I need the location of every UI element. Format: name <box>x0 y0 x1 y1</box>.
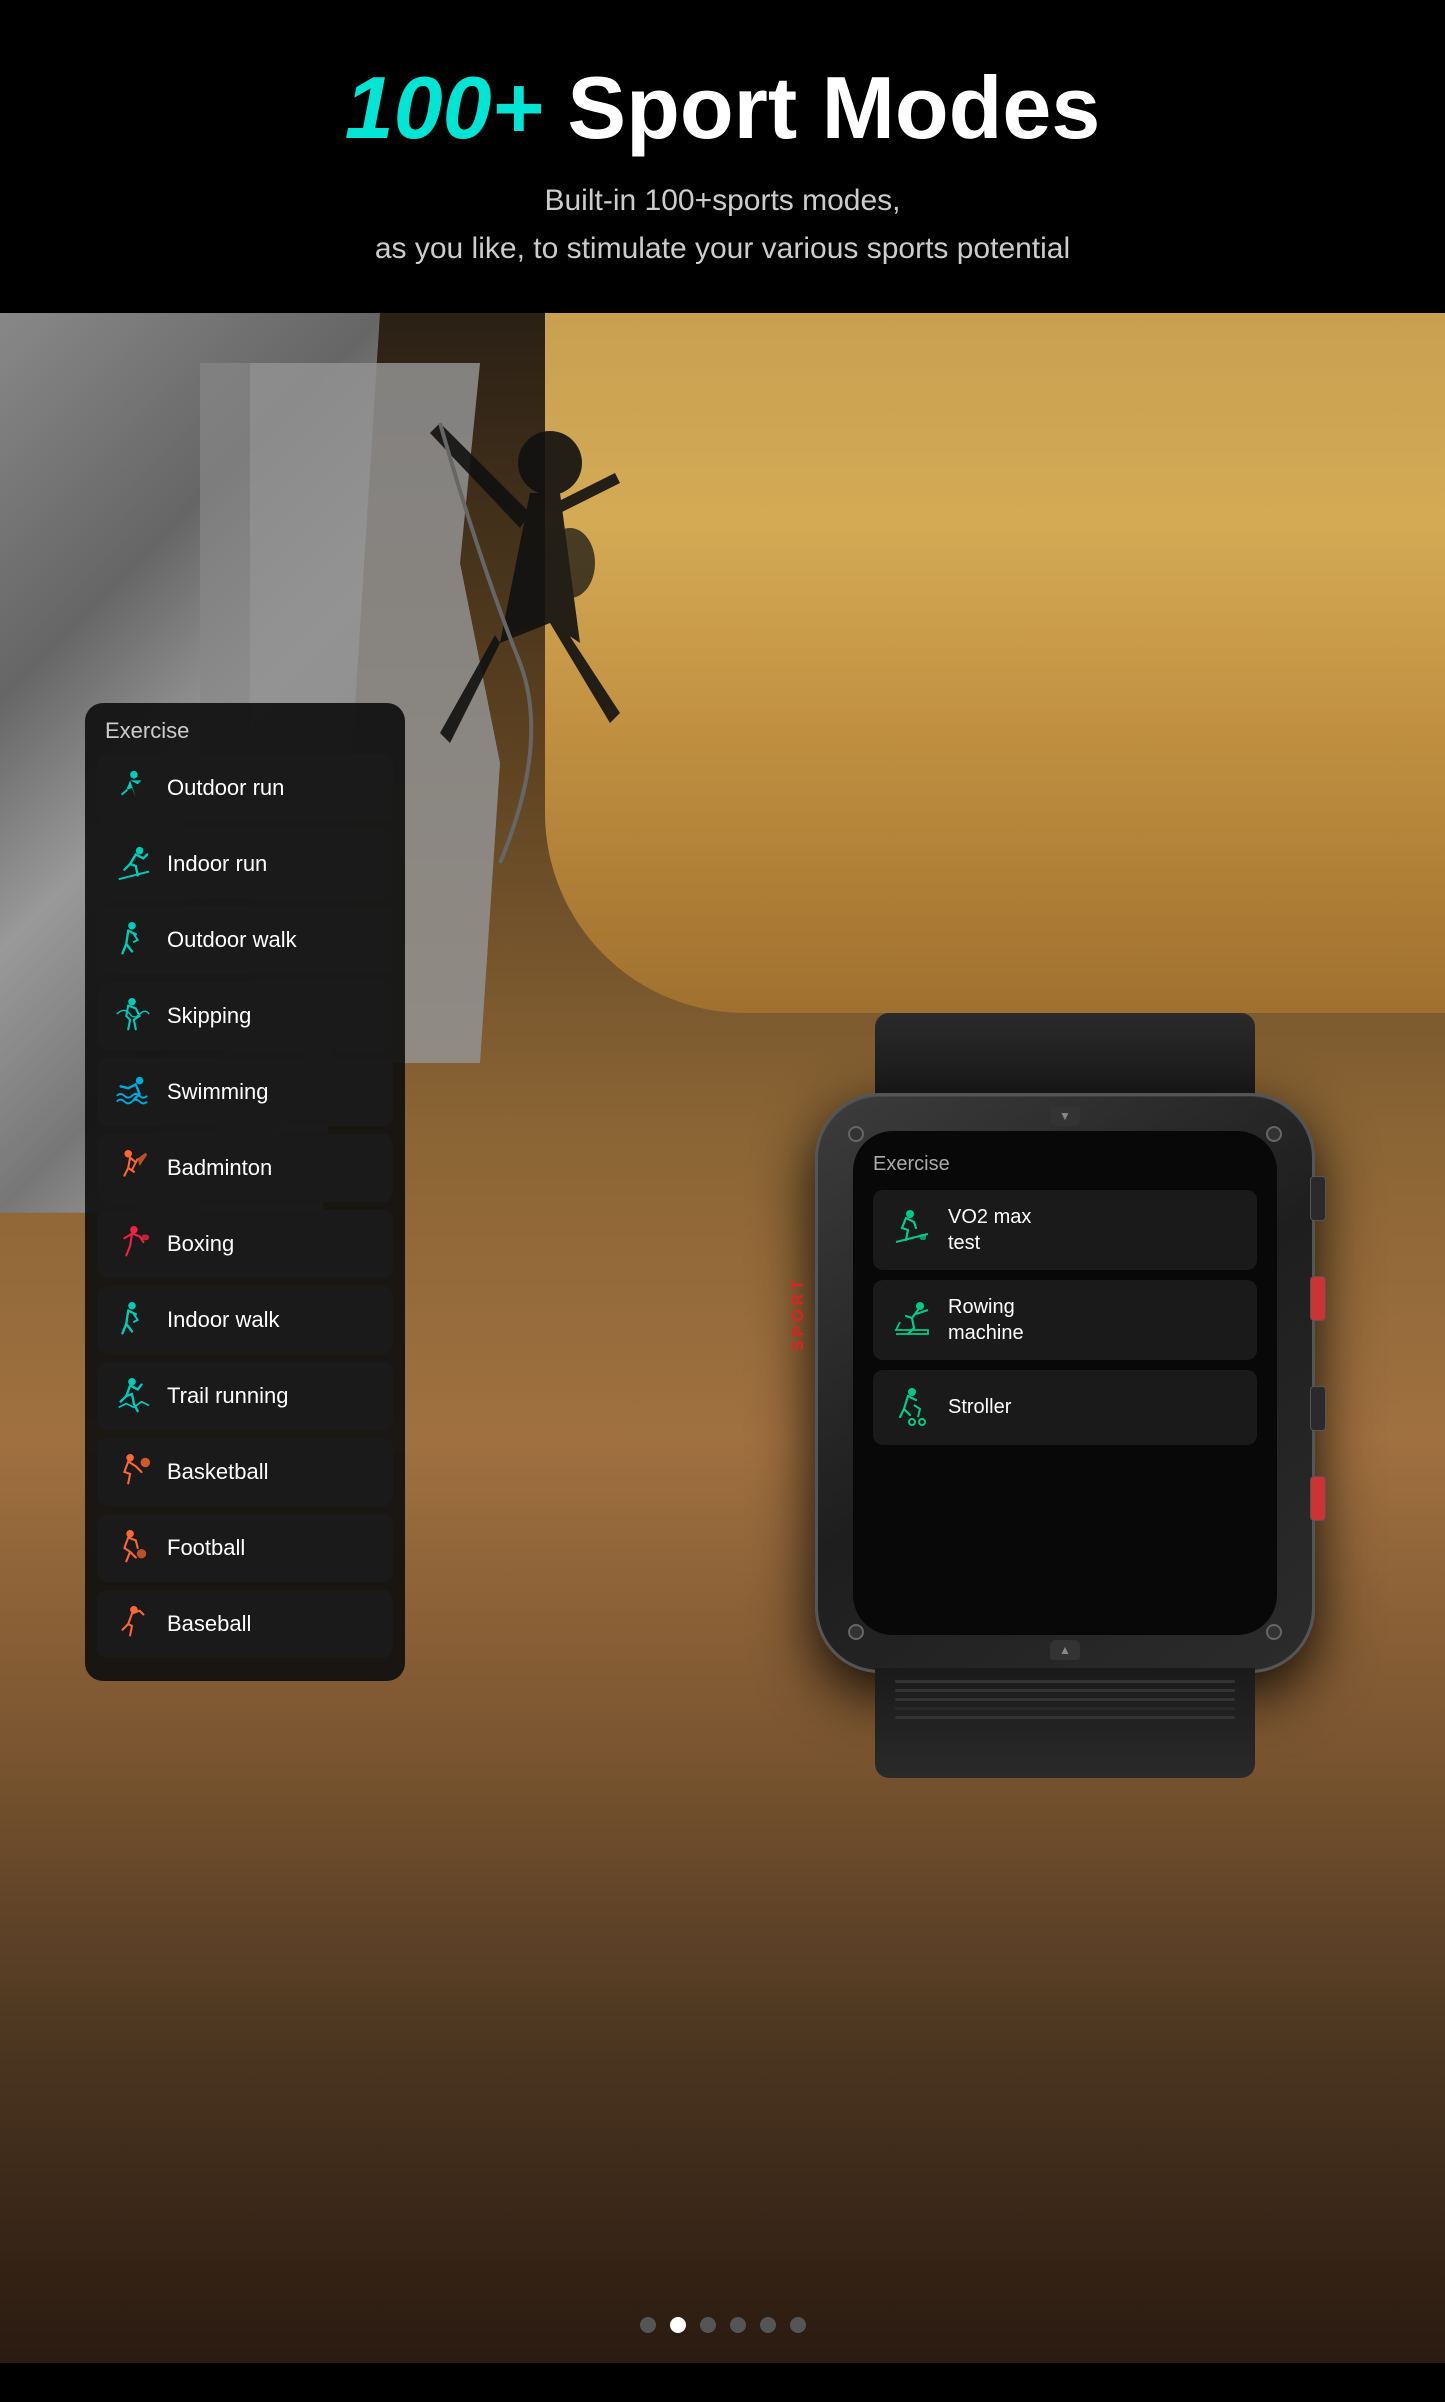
watch-body: SPORT ▼ ▲ Exercise <box>815 1093 1315 1673</box>
band-texture <box>895 1680 1235 1719</box>
watch-item-stroller[interactable]: Stroller <box>873 1370 1257 1445</box>
sport-item-skipping[interactable]: Skipping <box>97 982 393 1050</box>
sport-item-basketball[interactable]: Basketball <box>97 1438 393 1506</box>
main-title: 100+ Sport Modes <box>20 60 1425 157</box>
trail-running-label: Trail running <box>167 1383 288 1409</box>
sport-side-label: SPORT <box>790 1276 808 1351</box>
top-button[interactable]: ▼ <box>1050 1106 1080 1126</box>
basketball-icon <box>111 1451 153 1493</box>
badminton-label: Badminton <box>167 1155 272 1181</box>
watch-band-bottom <box>875 1668 1255 1778</box>
indoor-run-label: Indoor run <box>167 851 267 877</box>
watch-button-bot-right[interactable] <box>1310 1386 1326 1431</box>
watch-button-lower-right[interactable] <box>1310 1476 1326 1521</box>
header-section: 100+ Sport Modes Built-in 100+sports mod… <box>0 0 1445 313</box>
outdoor-run-label: Outdoor run <box>167 775 284 801</box>
vo2-icon <box>889 1207 934 1252</box>
sports-panel: Exercise Outdoor run <box>85 703 405 1681</box>
screw-bl <box>848 1624 864 1640</box>
trail-running-icon <box>111 1375 153 1417</box>
outdoor-run-icon <box>111 767 153 809</box>
panel-title: Exercise <box>97 718 393 744</box>
sport-item-outdoor-run[interactable]: Outdoor run <box>97 754 393 822</box>
outdoor-walk-label: Outdoor walk <box>167 927 297 953</box>
watch-item-rowing[interactable]: Rowingmachine <box>873 1280 1257 1360</box>
dot-2-active[interactable] <box>670 2317 686 2333</box>
watch-container: SPORT ▼ ▲ Exercise <box>785 1013 1365 1713</box>
watch-button-top-right[interactable] <box>1310 1176 1326 1221</box>
sport-item-football[interactable]: Football <box>97 1514 393 1582</box>
watch-item-vo2[interactable]: VO2 maxtest <box>873 1190 1257 1270</box>
sport-item-swimming[interactable]: Swimming <box>97 1058 393 1126</box>
sport-item-trail-running[interactable]: Trail running <box>97 1362 393 1430</box>
rowing-label: Rowingmachine <box>948 1294 1024 1346</box>
dot-3[interactable] <box>700 2317 716 2333</box>
dot-5[interactable] <box>760 2317 776 2333</box>
title-highlight: 100+ <box>345 58 543 157</box>
bottom-button[interactable]: ▲ <box>1050 1640 1080 1660</box>
indoor-walk-icon <box>111 1299 153 1341</box>
subtitle: Built-in 100+sports modes, as you like, … <box>20 177 1425 273</box>
outdoor-walk-icon <box>111 919 153 961</box>
dot-1[interactable] <box>640 2317 656 2333</box>
swimming-label: Swimming <box>167 1079 268 1105</box>
indoor-run-icon <box>111 843 153 885</box>
football-label: Football <box>167 1535 245 1561</box>
baseball-icon <box>111 1603 153 1645</box>
dot-6[interactable] <box>790 2317 806 2333</box>
stroller-label: Stroller <box>948 1396 1011 1419</box>
sport-item-boxing[interactable]: Boxing <box>97 1210 393 1278</box>
skipping-icon <box>111 995 153 1037</box>
watch-screen-title: Exercise <box>873 1153 1257 1176</box>
watch-button-mid-right[interactable] <box>1310 1276 1326 1321</box>
watch-screen: Exercise VO2 maxtest <box>853 1131 1277 1635</box>
dot-4[interactable] <box>730 2317 746 2333</box>
sport-item-baseball[interactable]: Baseball <box>97 1590 393 1658</box>
sport-item-indoor-walk[interactable]: Indoor walk <box>97 1286 393 1354</box>
skipping-label: Skipping <box>167 1003 251 1029</box>
boxing-label: Boxing <box>167 1231 234 1257</box>
screw-br <box>1266 1624 1282 1640</box>
sport-item-outdoor-walk[interactable]: Outdoor walk <box>97 906 393 974</box>
watch-band-top <box>875 1013 1255 1098</box>
vo2-label: VO2 maxtest <box>948 1204 1031 1256</box>
boxing-icon <box>111 1223 153 1265</box>
badminton-icon <box>111 1147 153 1189</box>
indoor-walk-label: Indoor walk <box>167 1307 280 1333</box>
basketball-label: Basketball <box>167 1459 269 1485</box>
sport-item-indoor-run[interactable]: Indoor run <box>97 830 393 898</box>
stroller-icon <box>889 1385 934 1430</box>
dot-indicators <box>640 2317 806 2333</box>
screw-tl <box>848 1126 864 1142</box>
screw-tr <box>1266 1126 1282 1142</box>
page-wrapper: 100+ Sport Modes Built-in 100+sports mod… <box>0 0 1445 2402</box>
sport-item-badminton[interactable]: Badminton <box>97 1134 393 1202</box>
swimming-icon <box>111 1071 153 1113</box>
baseball-label: Baseball <box>167 1611 251 1637</box>
hero-section: Exercise Outdoor run <box>0 313 1445 2363</box>
rowing-icon <box>889 1297 934 1342</box>
football-icon <box>111 1527 153 1569</box>
